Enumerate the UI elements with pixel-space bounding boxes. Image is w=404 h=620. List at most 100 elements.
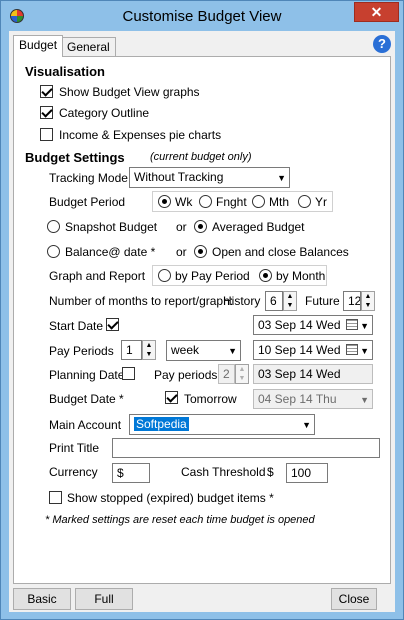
close-button[interactable]: Close [331,588,377,610]
period-yr-label: Yr [315,195,327,209]
visualisation-heading: Visualisation [25,64,105,79]
main-account-value: Softpedia [134,417,189,431]
averaged-budget-label: Averaged Budget [212,220,305,234]
future-label: Future [305,294,340,308]
period-wk-radio[interactable] [158,195,171,208]
months-to-report-label: Number of months to report/graph: [49,294,234,308]
balance-at-date-radio[interactable] [47,245,60,258]
graph-report-group: by Pay Period by Month [152,265,327,286]
calendar-icon [346,319,358,330]
pie-charts-checkbox[interactable] [40,128,53,141]
budget-settings-note: (current budget only) [150,151,252,163]
tomorrow-checkbox[interactable] [165,391,178,404]
dialog-body: Budget General ? Visualisation Show Budg… [9,31,395,612]
history-label: History [223,294,261,308]
graph-report-label: Graph and Report [49,269,146,283]
pay-periods-count-input[interactable]: 1 [121,340,142,360]
by-month-radio[interactable] [259,269,272,282]
start-date-checkbox[interactable] [106,318,119,331]
show-graphs-checkbox[interactable] [40,85,53,98]
cash-threshold-symbol: $ [267,465,274,479]
start-date-label: Start Date [49,319,104,333]
cash-threshold-input[interactable]: 100 [286,463,328,483]
tracking-mode-label: Tracking Mode [49,171,128,185]
budget-tab-panel: Visualisation Show Budget View graphs Ca… [13,56,391,584]
chevron-down-icon: ▼ [360,395,369,405]
window-title: Customise Budget View [122,8,282,25]
pay-periods-date-value: 10 Sep 14 Wed [258,343,341,357]
pay-periods-unit-dropdown[interactable]: week ▼ [166,340,241,361]
main-account-dropdown[interactable]: Softpedia ▼ [129,414,315,435]
chevron-down-icon: ▼ [228,346,237,356]
currency-input[interactable]: $ [112,463,150,483]
by-pay-period-radio[interactable] [158,269,171,282]
history-spinner[interactable]: ▲ ▼ [283,291,297,311]
window-close-button[interactable]: ✕ [354,2,399,22]
period-fnght-label: Fnght [216,195,247,209]
period-wk-label: Wk [175,195,193,209]
balance-at-date-label: Balance@ date * [65,245,156,259]
customise-budget-view-window: Customise Budget View ✕ Budget General ?… [0,0,404,620]
by-month-label: by Month [276,269,326,283]
or-label: or [176,220,187,234]
tab-budget[interactable]: Budget [13,35,64,57]
snapshot-budget-label: Snapshot Budget [65,220,158,234]
start-date-picker[interactable]: 03 Sep 14 Wed ▼ [253,315,373,335]
pie-charts-label: Income & Expenses pie charts [59,128,222,142]
show-stopped-label: Show stopped (expired) budget items * [67,491,274,505]
budget-settings-heading: Budget Settings [25,150,125,165]
print-title-label: Print Title [49,441,100,455]
history-input[interactable]: 6 [265,291,283,311]
budget-period-label: Budget Period [49,195,126,209]
full-button[interactable]: Full [75,588,133,610]
currency-label: Currency [49,465,98,479]
pay-periods-unit-value: week [171,343,200,357]
tracking-mode-value: Without Tracking [134,170,224,184]
chevron-down-icon: ▼ [302,420,311,430]
show-stopped-checkbox[interactable] [49,491,62,504]
show-graphs-label: Show Budget View graphs [59,85,200,99]
pay-periods-spinner[interactable]: ▲ ▼ [142,340,156,360]
budget-date-value: 04 Sep 14 Thu [258,392,337,406]
planning-date-label: Planning Date [49,368,125,382]
period-yr-radio[interactable] [298,195,311,208]
planning-date-checkbox[interactable] [122,367,135,380]
calendar-icon [346,344,358,355]
footnote: * Marked settings are reset each time bu… [45,514,315,526]
chevron-down-icon: ▼ [277,173,286,183]
period-fnght-radio[interactable] [199,195,212,208]
pay-periods-label: Pay Periods [49,344,114,358]
planning-date-value: 03 Sep 14 Wed [253,364,373,384]
category-outline-checkbox[interactable] [40,106,53,119]
snapshot-budget-radio[interactable] [47,220,60,233]
tracking-mode-dropdown[interactable]: Without Tracking ▼ [129,167,290,188]
tab-general[interactable]: General [61,37,116,57]
planning-pay-periods-input[interactable]: 2 [218,364,235,384]
main-account-label: Main Account [49,418,122,432]
planning-pay-periods-spinner[interactable]: ▲ ▼ [235,364,249,384]
or-label: or [176,245,187,259]
budget-date-label: Budget Date * [49,392,124,406]
budget-period-group: Wk Fnght Mth Yr [152,191,333,212]
by-pay-period-label: by Pay Period [175,269,250,283]
basic-button[interactable]: Basic [13,588,71,610]
open-close-balances-radio[interactable] [194,245,207,258]
open-close-balances-label: Open and close Balances [212,245,349,259]
period-mth-label: Mth [269,195,290,209]
help-icon[interactable]: ? [373,35,391,53]
pay-periods-date-picker[interactable]: 10 Sep 14 Wed ▼ [253,340,373,360]
future-input[interactable]: 12 [343,291,361,311]
period-mth-radio[interactable] [252,195,265,208]
cash-threshold-label: Cash Threshold [181,465,266,479]
averaged-budget-radio[interactable] [194,220,207,233]
tomorrow-label: Tomorrow [184,392,237,406]
budget-date-picker[interactable]: 04 Sep 14 Thu ▼ [253,389,373,409]
print-title-input[interactable] [112,438,380,458]
future-spinner[interactable]: ▲ ▼ [361,291,375,311]
chevron-down-icon: ▼ [360,321,369,331]
planning-pay-periods-label: Pay periods [154,368,218,382]
category-outline-label: Category Outline [59,106,150,120]
chevron-down-icon: ▼ [360,346,369,356]
title-bar: Customise Budget View ✕ [1,1,403,31]
start-date-value: 03 Sep 14 Wed [258,318,341,332]
